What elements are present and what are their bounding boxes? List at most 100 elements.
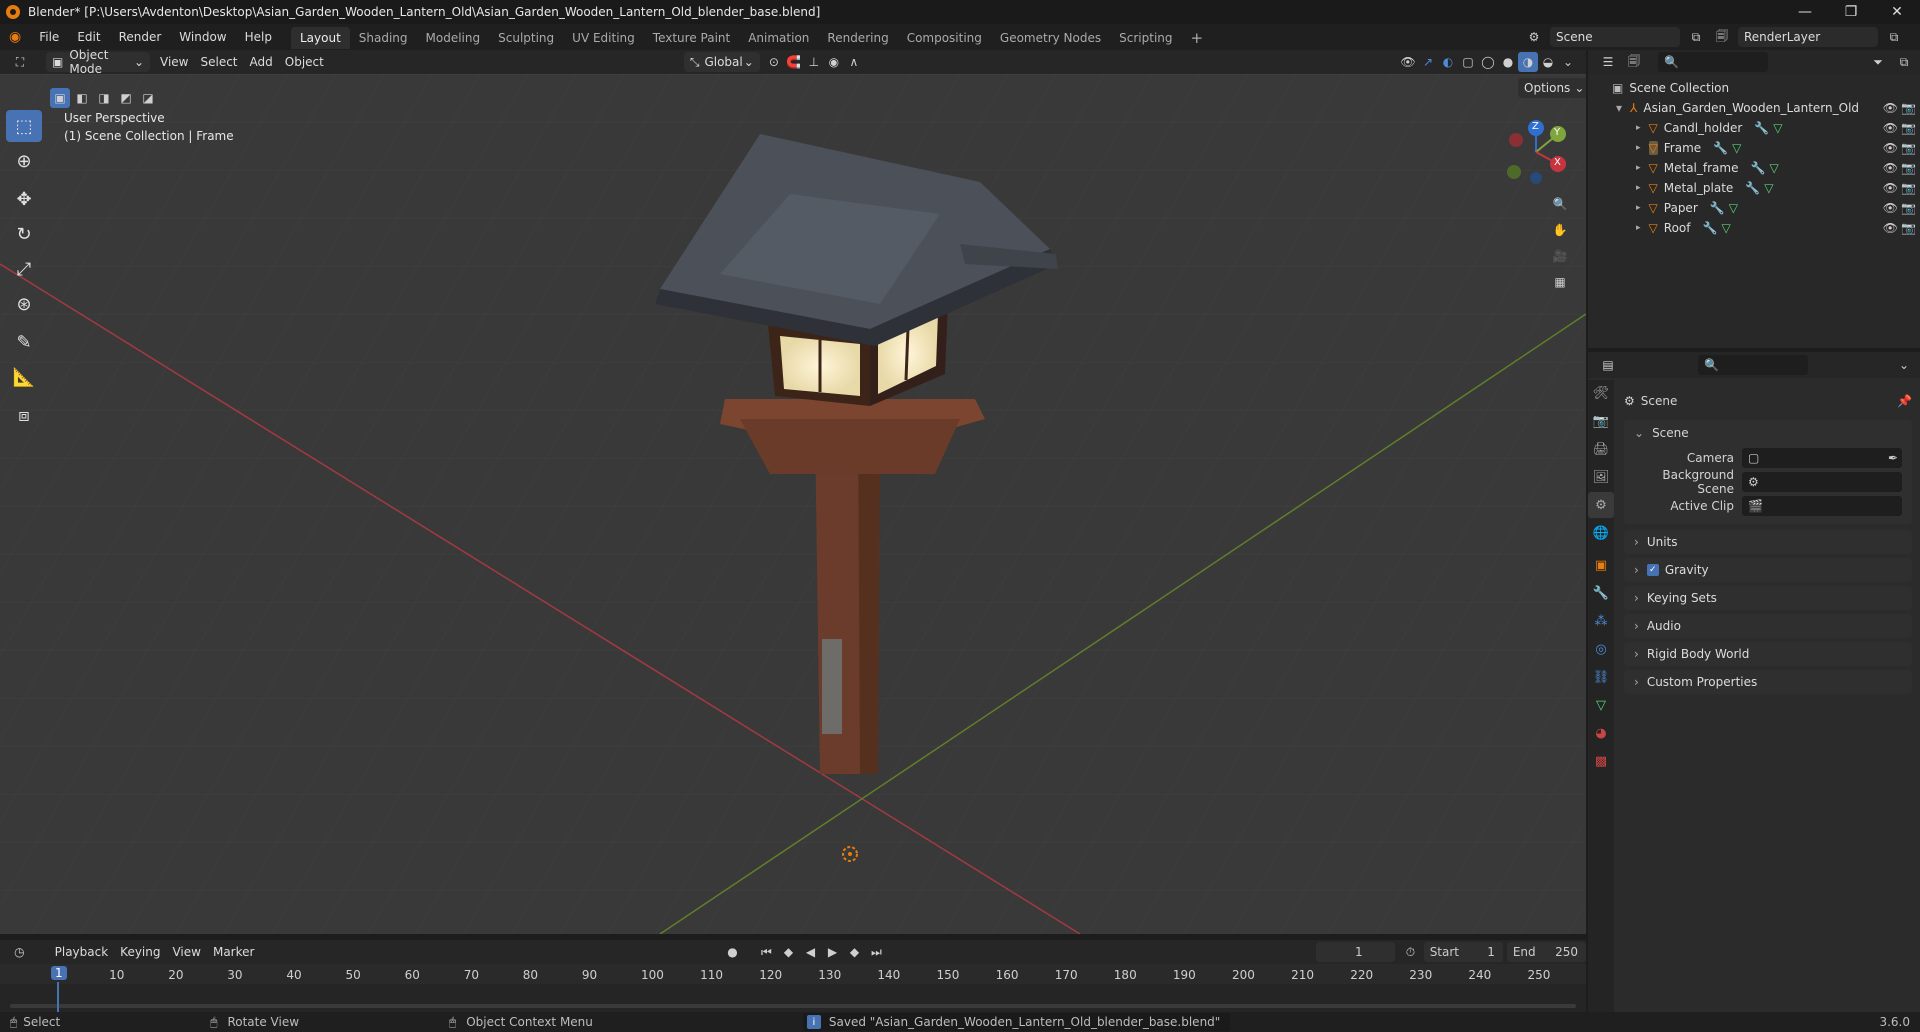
tab-compositing[interactable]: Compositing bbox=[898, 27, 991, 49]
expand-arrow-icon[interactable]: ▸ bbox=[1636, 143, 1641, 153]
material-shading-icon[interactable]: ◑ bbox=[1518, 52, 1538, 72]
background-scene-field[interactable]: ⚙ bbox=[1742, 472, 1902, 492]
modifiers-tab-icon[interactable]: 🔧 bbox=[1588, 580, 1614, 606]
annotate-tool-icon[interactable]: ✎ bbox=[6, 326, 42, 358]
expand-arrow-icon[interactable]: ▸ bbox=[1636, 123, 1641, 133]
options-dropdown[interactable]: Options ⌄ bbox=[1518, 78, 1586, 98]
display-mode-icon[interactable]: 🗐 bbox=[1624, 52, 1644, 72]
snap-target-icon[interactable]: ⊥ bbox=[804, 52, 824, 72]
rigid-body-world-panel[interactable]: › Rigid Body World bbox=[1624, 642, 1912, 666]
tool-tab-icon[interactable]: 🛠 bbox=[1588, 380, 1614, 406]
tab-sculpting[interactable]: Sculpting bbox=[489, 27, 563, 49]
particles-tab-icon[interactable]: ⁂ bbox=[1588, 608, 1614, 634]
timeline-editor-type-icon[interactable]: ◷ bbox=[10, 942, 29, 962]
preview-range-icon[interactable]: ⏱ bbox=[1401, 942, 1420, 962]
render-camera-icon[interactable]: 📷 bbox=[1901, 201, 1916, 215]
outliner-object-row[interactable]: ▸ ▽ Candl_holder 🔧 ▽ 👁 📷 bbox=[1588, 118, 1920, 138]
shading-options-icon[interactable]: ⌄ bbox=[1558, 52, 1578, 72]
menu-edit[interactable]: Edit bbox=[68, 24, 109, 50]
tab-animation[interactable]: Animation bbox=[739, 27, 818, 49]
scale-tool-icon[interactable]: ⤢ bbox=[6, 253, 42, 285]
visibility-eye-icon[interactable]: 👁 bbox=[1883, 161, 1898, 175]
scene-panel-header[interactable]: ⌄ Scene bbox=[1624, 420, 1912, 446]
menu-add[interactable]: Add bbox=[244, 52, 279, 72]
active-clip-field[interactable]: 🎬 bbox=[1742, 496, 1902, 516]
menu-render[interactable]: Render bbox=[110, 24, 171, 50]
ortho-grid-icon[interactable]: ▦ bbox=[1550, 272, 1570, 292]
jump-keyframe-back-icon[interactable]: ◆ bbox=[778, 942, 798, 962]
jump-keyframe-forward-icon[interactable]: ◆ bbox=[844, 942, 864, 962]
view-layer-icon[interactable]: 🗐 bbox=[1712, 27, 1732, 47]
expand-arrow-icon[interactable]: ▸ bbox=[1636, 183, 1641, 193]
editor-type-icon[interactable]: ⛶ bbox=[10, 52, 30, 72]
visibility-eye-icon[interactable]: 👁 bbox=[1883, 181, 1898, 195]
mode-selector[interactable]: ▣ Object Mode ⌄ bbox=[46, 48, 150, 76]
visibility-eye-icon[interactable]: 👁 bbox=[1883, 121, 1898, 135]
outliner-object-row[interactable]: ▸ ▽ Frame 🔧 ▽ 👁 📷 bbox=[1588, 138, 1920, 158]
blender-menu-icon[interactable]: ◉ bbox=[0, 24, 30, 50]
select-extend-icon[interactable]: ◧ bbox=[72, 88, 92, 108]
start-frame-field[interactable]: Start 1 bbox=[1423, 942, 1503, 962]
visibility-icon[interactable]: 👁 bbox=[1398, 52, 1418, 72]
tab-modeling[interactable]: Modeling bbox=[417, 27, 490, 49]
keying-sets-panel[interactable]: › Keying Sets bbox=[1624, 586, 1912, 610]
select-invert-icon[interactable]: ◩ bbox=[116, 88, 136, 108]
maximize-button[interactable]: ❐ bbox=[1828, 0, 1874, 24]
gravity-panel[interactable]: › ✓ Gravity bbox=[1624, 558, 1912, 582]
overlays-toggle-icon[interactable]: ◐ bbox=[1438, 52, 1458, 72]
tab-shading[interactable]: Shading bbox=[350, 27, 417, 49]
timeline-area[interactable]: 1 10 20 30 40 50 60 70 80 90 100 110 120 130 140 150 160… bbox=[0, 964, 1586, 1014]
playhead[interactable] bbox=[57, 982, 59, 1012]
outliner-collection-row[interactable]: ▾ ⅄ Asian_Garden_Wooden_Lantern_Old 👁 📷 bbox=[1588, 98, 1920, 118]
expand-arrow-icon[interactable]: ▸ bbox=[1636, 223, 1641, 233]
properties-options-icon[interactable]: ⌄ bbox=[1894, 355, 1914, 375]
move-tool-icon[interactable]: ✥ bbox=[6, 183, 42, 215]
transform-orientation-selector[interactable]: ⤡ Global ⌄ bbox=[683, 52, 760, 72]
3d-viewport[interactable]: User Perspective (1) Scene Collection | … bbox=[0, 74, 1586, 934]
render-camera-icon[interactable]: 📷 bbox=[1901, 121, 1916, 135]
output-tab-icon[interactable]: 🖨 bbox=[1588, 436, 1614, 462]
gravity-checkbox[interactable]: ✓ bbox=[1646, 564, 1659, 576]
menu-object[interactable]: Object bbox=[279, 52, 330, 72]
transform-tool-icon[interactable]: ⊛ bbox=[6, 288, 42, 320]
falloff-icon[interactable]: ∧ bbox=[844, 52, 864, 72]
cursor-tool-icon[interactable]: ⊕ bbox=[6, 145, 42, 177]
menu-playback[interactable]: Playback bbox=[49, 942, 115, 962]
tab-uv-editing[interactable]: UV Editing bbox=[563, 27, 644, 49]
scene-tab-icon[interactable]: ⚙ bbox=[1588, 492, 1614, 518]
texture-tab-icon[interactable]: ▩ bbox=[1588, 748, 1614, 774]
physics-tab-icon[interactable]: ◎ bbox=[1588, 636, 1614, 662]
measure-tool-icon[interactable]: 📐 bbox=[6, 361, 42, 393]
select-new-icon[interactable]: ▣ bbox=[50, 88, 70, 108]
render-camera-icon[interactable]: 📷 bbox=[1901, 181, 1916, 195]
custom-properties-panel[interactable]: › Custom Properties bbox=[1624, 670, 1912, 694]
outliner-object-row[interactable]: ▸ ▽ Paper 🔧 ▽ 👁 📷 bbox=[1588, 198, 1920, 218]
menu-marker[interactable]: Marker bbox=[207, 942, 260, 962]
properties-editor-type-icon[interactable]: ▤ bbox=[1598, 355, 1618, 375]
menu-timeline-view[interactable]: View bbox=[166, 942, 206, 962]
outliner-scene-collection[interactable]: ▣ Scene Collection bbox=[1588, 78, 1920, 98]
outliner-object-row[interactable]: ▸ ▽ Roof 🔧 ▽ 👁 📷 bbox=[1588, 218, 1920, 238]
tab-geometry-nodes[interactable]: Geometry Nodes bbox=[991, 27, 1110, 49]
scene-selector[interactable]: Scene bbox=[1550, 27, 1680, 47]
expand-arrow-icon[interactable]: ▸ bbox=[1636, 203, 1641, 213]
render-camera-icon[interactable]: 📷 bbox=[1901, 161, 1916, 175]
end-frame-field[interactable]: End 250 bbox=[1506, 942, 1586, 962]
xray-icon[interactable]: ▢ bbox=[1458, 52, 1478, 72]
menu-select[interactable]: Select bbox=[194, 52, 243, 72]
timeline-scrollbar[interactable] bbox=[10, 1004, 1576, 1008]
tab-scripting[interactable]: Scripting bbox=[1110, 27, 1181, 49]
new-scene-icon[interactable]: ⧉ bbox=[1686, 27, 1706, 47]
panel-collapse-icon[interactable]: ⌄ bbox=[1634, 426, 1644, 440]
proportional-edit-icon[interactable]: ◉ bbox=[824, 52, 844, 72]
properties-search-input[interactable]: 🔍 bbox=[1698, 355, 1808, 375]
tab-layout[interactable]: Layout bbox=[290, 27, 350, 49]
camera-view-icon[interactable]: 🎥 bbox=[1550, 246, 1570, 266]
menu-file[interactable]: File bbox=[30, 24, 68, 50]
new-view-layer-icon[interactable]: ⧉ bbox=[1884, 27, 1904, 47]
menu-help[interactable]: Help bbox=[236, 24, 281, 50]
visibility-eye-icon[interactable]: 👁 bbox=[1883, 201, 1898, 215]
auto-keying-icon[interactable]: ● bbox=[722, 942, 742, 962]
outliner-search-input[interactable]: 🔍 bbox=[1658, 52, 1768, 72]
visibility-eye-icon[interactable]: 👁 bbox=[1883, 101, 1898, 115]
